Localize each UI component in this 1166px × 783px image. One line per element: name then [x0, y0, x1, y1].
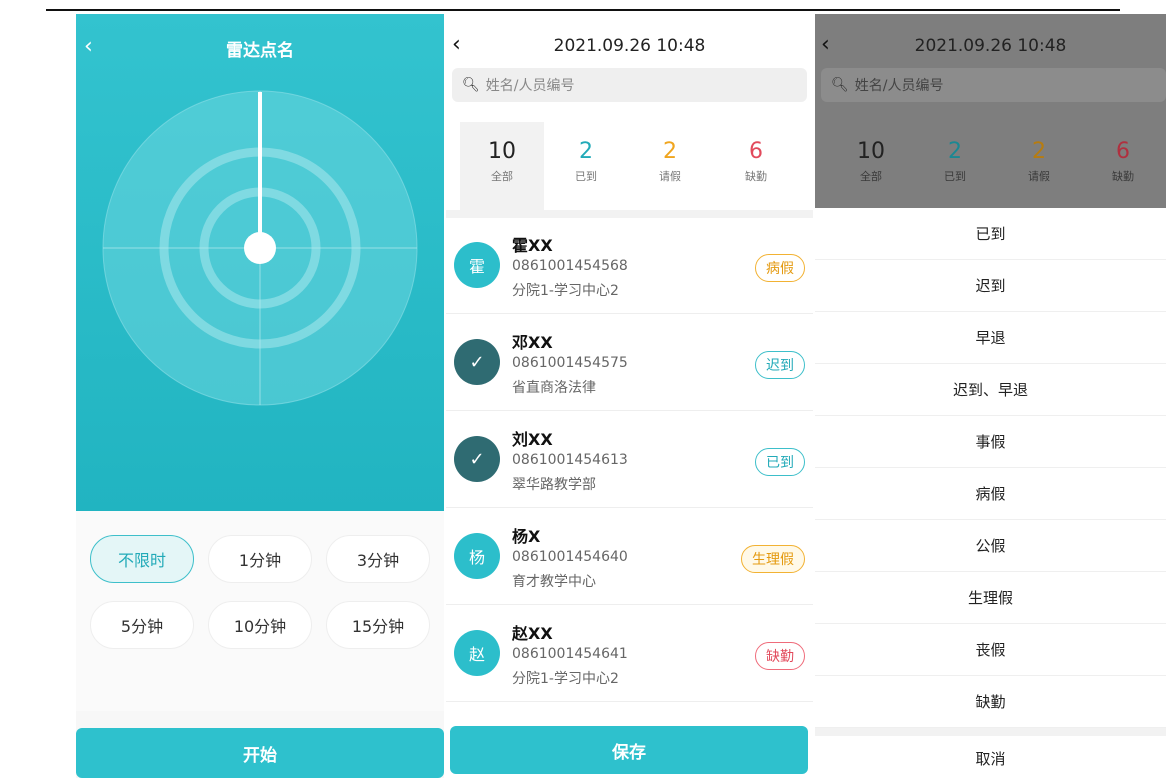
stat-label: 全部: [860, 170, 882, 183]
option-official-leave[interactable]: 公假: [815, 520, 1166, 572]
radar-center-dot: [244, 232, 276, 264]
tab-all[interactable]: 10 全部: [460, 122, 544, 210]
person-org: 分院1-学习中心2: [512, 283, 619, 299]
status-button[interactable]: 病假: [755, 254, 805, 282]
dimmed-overlay[interactable]: ‹ 2021.09.26 10:48 🔍︎ 姓名/人员编号 10 全部 2 已到…: [815, 14, 1166, 208]
time-option-10min[interactable]: 10分钟: [208, 601, 312, 649]
option-late-and-early[interactable]: 迟到、早退: [815, 364, 1166, 416]
person-org: 育才教学中心: [512, 574, 596, 590]
search-input[interactable]: 🔍︎ 姓名/人员编号: [452, 68, 807, 102]
avatar: 赵: [454, 630, 500, 676]
tab-arrived[interactable]: 2 已到: [913, 122, 997, 210]
stat-label: 请假: [1028, 170, 1050, 183]
search-placeholder: 姓名/人员编号: [485, 78, 575, 94]
status-button[interactable]: 迟到: [755, 351, 805, 379]
option-arrived[interactable]: 已到: [815, 208, 1166, 260]
option-menstrual-leave[interactable]: 生理假: [815, 572, 1166, 624]
person-id: 0861001454568: [512, 258, 628, 274]
status-picker-screen: ‹ 2021.09.26 10:48 🔍︎ 姓名/人员编号 10 全部 2 已到…: [815, 14, 1166, 778]
list-item[interactable]: 杨 杨X 0861001454640 育才教学中心 生理假: [446, 509, 813, 605]
nav-bar: ‹ 2021.09.26 10:48: [815, 14, 1166, 64]
person-name: 霍XX: [512, 236, 553, 255]
tab-leave[interactable]: 2 请假: [628, 122, 712, 210]
stat-label: 已到: [944, 170, 966, 183]
top-rule: [46, 9, 1120, 11]
stat-count: 2: [663, 139, 677, 164]
checked-avatar-icon: ✓: [454, 339, 500, 385]
tab-leave[interactable]: 2 请假: [997, 122, 1081, 210]
radar-graphic: [102, 90, 418, 406]
stat-count: 10: [857, 139, 885, 164]
header: ‹ 雷达点名: [76, 14, 444, 78]
person-org: 省直商洛法律: [512, 380, 596, 396]
person-org: 翠华路教学部: [512, 477, 596, 493]
radar-rollcall-screen: ‹ 雷达点名 不限时 1分钟 3分钟 5分钟 10分钟 15分钟 开始: [76, 14, 444, 778]
stat-count: 6: [1116, 139, 1130, 164]
datetime-title: 2021.09.26 10:48: [914, 36, 1067, 56]
person-id: 0861001454575: [512, 355, 628, 371]
tab-absent[interactable]: 6 缺勤: [714, 122, 798, 210]
list-item[interactable]: ✓ 邓XX 0861001454575 省直商洛法律 迟到: [446, 315, 813, 411]
list-item[interactable]: ✓ 刘XX 0861001454613 翠华路教学部 已到: [446, 412, 813, 508]
stat-count: 2: [948, 139, 962, 164]
search-icon: 🔍︎: [462, 77, 480, 93]
person-id: 0861001454640: [512, 549, 628, 565]
status-button[interactable]: 缺勤: [755, 642, 805, 670]
option-personal-leave[interactable]: 事假: [815, 416, 1166, 468]
option-sick-leave[interactable]: 病假: [815, 468, 1166, 520]
datetime-title: 2021.09.26 10:48: [553, 36, 706, 56]
stat-label: 缺勤: [1112, 170, 1134, 183]
time-option-1min[interactable]: 1分钟: [208, 535, 312, 583]
person-id: 0861001454641: [512, 646, 628, 662]
person-id: 0861001454613: [512, 452, 628, 468]
person-name: 刘XX: [512, 430, 553, 449]
status-button[interactable]: 已到: [755, 448, 805, 476]
option-late[interactable]: 迟到: [815, 260, 1166, 312]
search-placeholder: 姓名/人员编号: [854, 78, 944, 94]
time-option-3min[interactable]: 3分钟: [326, 535, 430, 583]
option-bereavement-leave[interactable]: 丧假: [815, 624, 1166, 676]
stat-label: 缺勤: [745, 170, 767, 183]
status-button[interactable]: 生理假: [741, 545, 805, 573]
page-title: 雷达点名: [226, 41, 294, 61]
tab-all[interactable]: 10 全部: [829, 122, 913, 210]
avatar: 霍: [454, 242, 500, 288]
stat-count: 6: [749, 139, 763, 164]
list-item[interactable]: 霍 霍XX 0861001454568 分院1-学习中心2 病假: [446, 218, 813, 314]
time-option-15min[interactable]: 15分钟: [326, 601, 430, 649]
divider: [815, 728, 1166, 736]
time-options: 不限时 1分钟 3分钟 5分钟 10分钟 15分钟: [76, 511, 444, 711]
action-sheet: 已到 迟到 早退 迟到、早退 事假 病假 公假 生理假 丧假 缺勤 取消: [815, 208, 1166, 778]
person-name: 赵XX: [512, 624, 553, 643]
avatar: 杨: [454, 533, 500, 579]
stats-tabs: 10 全部 2 已到 2 请假 6 缺勤: [815, 122, 1166, 210]
stat-count: 2: [579, 139, 593, 164]
option-absent[interactable]: 缺勤: [815, 676, 1166, 728]
attendance-list-screen: ‹ 2021.09.26 10:48 🔍︎ 姓名/人员编号 10 全部 2 已到…: [446, 14, 813, 778]
time-option-unlimited[interactable]: 不限时: [90, 535, 194, 583]
cancel-button[interactable]: 取消: [815, 736, 1166, 778]
tab-arrived[interactable]: 2 已到: [544, 122, 628, 210]
list-item[interactable]: 赵 赵XX 0861001454641 分院1-学习中心2 缺勤: [446, 606, 813, 702]
stat-label: 全部: [491, 170, 513, 183]
stat-count: 2: [1032, 139, 1046, 164]
stat-count: 10: [488, 139, 516, 164]
person-name: 邓XX: [512, 333, 553, 352]
person-name: 杨X: [512, 527, 541, 546]
time-option-5min[interactable]: 5分钟: [90, 601, 194, 649]
option-early-leave[interactable]: 早退: [815, 312, 1166, 364]
radar-area: ‹ 雷达点名: [76, 14, 444, 511]
person-org: 分院1-学习中心2: [512, 671, 619, 687]
stat-label: 请假: [659, 170, 681, 183]
search-icon: 🔍︎: [831, 77, 849, 93]
search-input[interactable]: 🔍︎ 姓名/人员编号: [821, 68, 1166, 102]
nav-bar: ‹ 2021.09.26 10:48: [446, 14, 813, 64]
tab-absent[interactable]: 6 缺勤: [1081, 122, 1165, 210]
save-button[interactable]: 保存: [450, 726, 808, 774]
stat-label: 已到: [575, 170, 597, 183]
stats-tabs: 10 全部 2 已到 2 请假 6 缺勤: [446, 122, 813, 210]
start-button[interactable]: 开始: [76, 728, 444, 778]
checked-avatar-icon: ✓: [454, 436, 500, 482]
divider: [446, 210, 813, 218]
